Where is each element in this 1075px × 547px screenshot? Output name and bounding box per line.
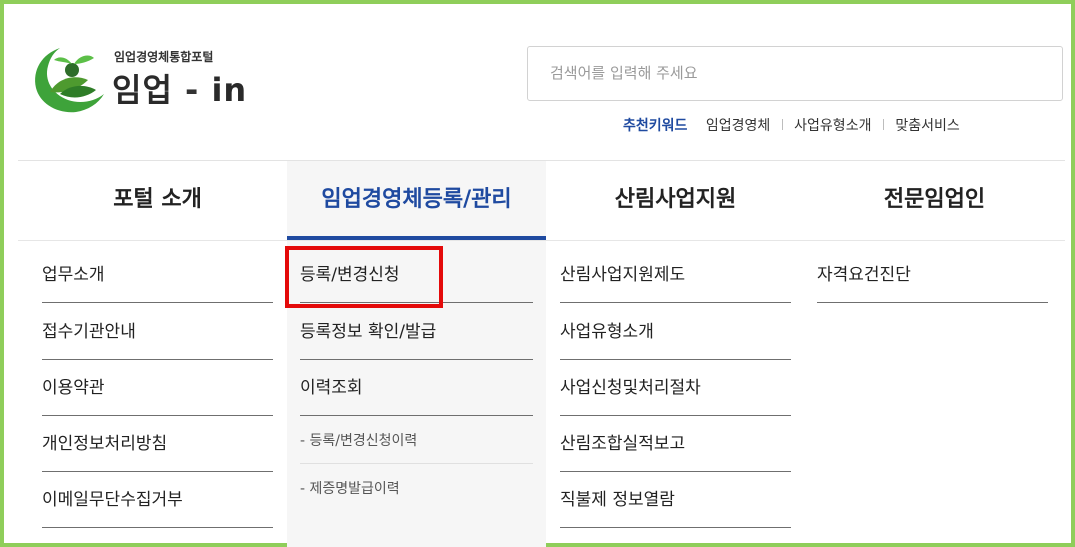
tab-professional-forester[interactable]: 전문임업인 (805, 161, 1064, 239)
keyword-divider (882, 119, 884, 130)
menu-item-support-system[interactable]: 산림사업지원제도 (560, 247, 791, 303)
submenu-item-register-history[interactable]: - 등록/변경신청이력 (300, 430, 533, 450)
menu-item-reception-agencies[interactable]: 접수기관안내 (42, 304, 273, 360)
tab-forestry-support[interactable]: 산림사업지원 (546, 161, 805, 239)
brand-name-part1: 임업 (112, 71, 173, 109)
keyword-link-business-types[interactable]: 사업유형소개 (794, 118, 871, 134)
menu-item-email-refusal[interactable]: 이메일무단수집거부 (42, 472, 273, 528)
menu-item-union-report[interactable]: 산림조합실적보고 (560, 416, 791, 472)
keyword-link-operators[interactable]: 임업경영체 (706, 118, 770, 134)
menu-item-history[interactable]: 이력조회 (300, 360, 533, 416)
menu-item-registration-info[interactable]: 등록정보 확인/발급 (300, 304, 533, 360)
submenu-item-certificate-history[interactable]: - 제증명발급이력 (300, 478, 533, 498)
menu-item-application-process[interactable]: 사업신청및처리절차 (560, 360, 791, 416)
keyword-divider (781, 119, 783, 130)
menu-item-terms[interactable]: 이용약관 (42, 360, 273, 416)
keywords-title: 추천키워드 (623, 118, 688, 134)
search-input[interactable] (527, 46, 1063, 101)
brand-name-part2: in (211, 71, 248, 109)
menu-item-business-types[interactable]: 사업유형소개 (560, 304, 791, 360)
menu-item-direct-payment[interactable]: 직불제 정보열람 (560, 472, 791, 528)
brand-subtitle: 임업경영체통합포털 (114, 50, 214, 64)
recommended-keywords: 추천키워드 임업경영체 사업유형소개 맞춤서비스 (623, 116, 960, 136)
submenu-divider (300, 463, 533, 464)
menu-item-work-intro[interactable]: 업무소개 (42, 247, 273, 303)
tab-portal-intro[interactable]: 포털 소개 (28, 161, 287, 239)
highlight-box (285, 246, 443, 308)
tab-operator-registration[interactable]: 임업경영체등록/관리 (287, 161, 546, 239)
brand-name-dash: - (185, 71, 200, 109)
page-frame: 임업경영체통합포털 임업 - in 추천키워드 임업경영체 사업유형소개 맞춤서… (0, 0, 1075, 547)
nav-divider-bottom (18, 240, 1065, 241)
logo-icon[interactable] (30, 40, 110, 116)
keyword-link-custom-service[interactable]: 맞춤서비스 (895, 118, 959, 134)
menu-item-privacy-policy[interactable]: 개인정보처리방침 (42, 416, 273, 472)
menu-item-qualification-check[interactable]: 자격요건진단 (817, 247, 1048, 303)
active-tab-indicator (287, 236, 546, 240)
brand-name[interactable]: 임업 - in (112, 70, 247, 110)
